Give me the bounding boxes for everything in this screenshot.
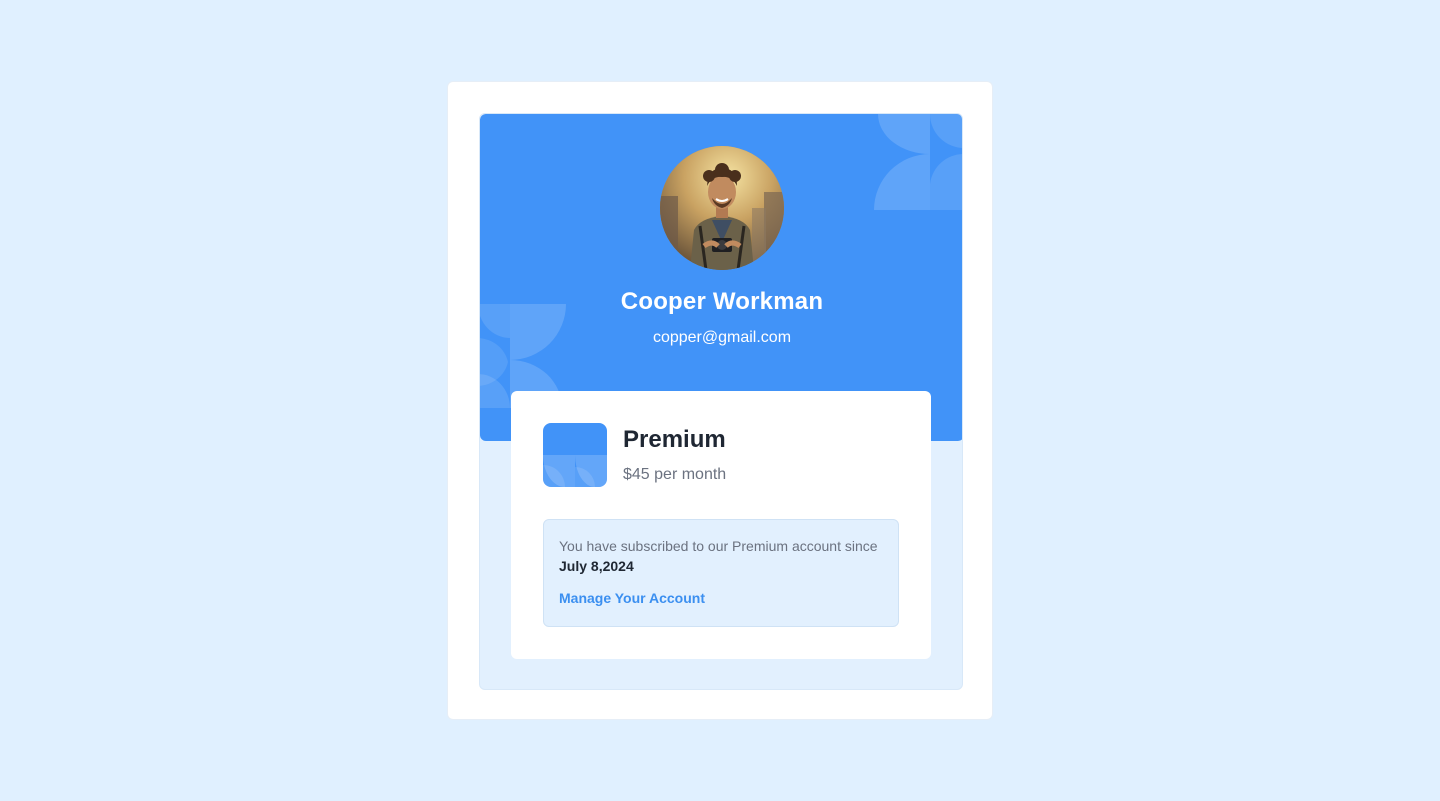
plan-badge-icon: [543, 423, 607, 487]
avatar: [660, 146, 784, 270]
plan-card: Premium $45 per month You have subscribe…: [511, 391, 931, 659]
profile-panel: Cooper Workman copper@gmail.com Premium …: [479, 113, 963, 690]
subscription-date: July 8,2024: [559, 558, 634, 574]
plan-name: Premium: [623, 426, 726, 453]
manage-account-link[interactable]: Manage Your Account: [559, 590, 705, 606]
profile-card: Cooper Workman copper@gmail.com Premium …: [447, 81, 993, 720]
plan-price: $45 per month: [623, 466, 727, 483]
decorative-shape-top-right: [874, 114, 962, 210]
subscription-message: You have subscribed to our Premium accou…: [559, 538, 878, 554]
subscription-info: You have subscribed to our Premium accou…: [543, 519, 899, 627]
avatar-photo: [660, 146, 784, 270]
subscription-message-line: You have subscribed to our Premium accou…: [559, 536, 883, 576]
user-name: Cooper Workman: [620, 288, 824, 315]
user-email: copper@gmail.com: [652, 329, 792, 346]
